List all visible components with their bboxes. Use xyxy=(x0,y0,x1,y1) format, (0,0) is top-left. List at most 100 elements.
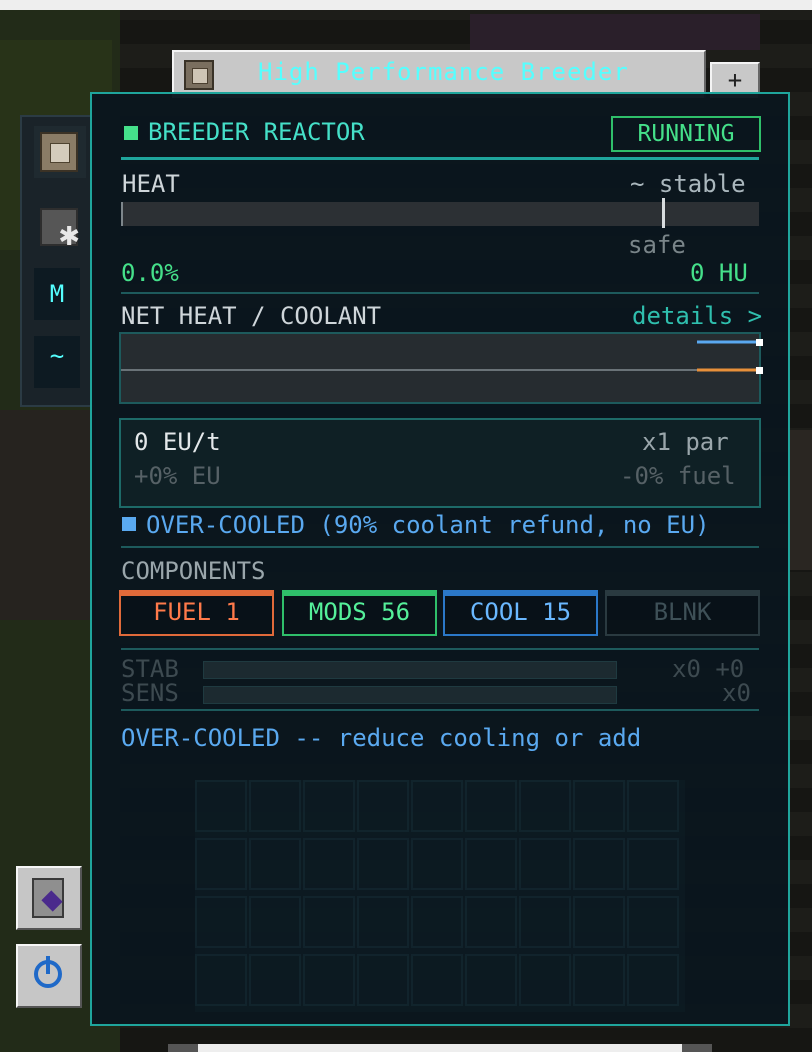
inventory-slot xyxy=(411,838,463,890)
wave-icon: ~ xyxy=(49,342,65,370)
inventory-slot xyxy=(357,954,409,1006)
reactor-block-icon xyxy=(40,132,78,172)
inventory-slot xyxy=(627,954,679,1006)
overcooled-status: OVER-COOLED (90% coolant refund, no EU) xyxy=(146,511,710,539)
inventory-slot xyxy=(195,896,247,948)
status-indicator-icon xyxy=(124,126,138,140)
fuel-button-label: FUEL 1 xyxy=(153,598,240,626)
blank-button-accent xyxy=(607,592,758,596)
blank-button-label: BLNK xyxy=(653,598,712,626)
tab-config[interactable] xyxy=(34,200,86,252)
heat-divider xyxy=(121,292,759,294)
inventory-slot xyxy=(411,954,463,1006)
power-icon xyxy=(32,956,68,994)
inventory-slot xyxy=(303,780,355,832)
net-heat-label: NET HEAT / COOLANT xyxy=(121,302,382,330)
inventory-slot xyxy=(249,780,301,832)
inventory-slot xyxy=(249,896,301,948)
sens-meter xyxy=(203,686,617,704)
inventory-slot xyxy=(465,954,517,1006)
inventory-slot xyxy=(195,780,247,832)
inventory-slot xyxy=(411,896,463,948)
inventory-slot xyxy=(357,780,409,832)
machine-block-right xyxy=(790,430,812,570)
hotbar-edge-light xyxy=(198,1044,682,1052)
meters-divider xyxy=(121,709,759,711)
inventory-slot xyxy=(573,896,625,948)
inventory-slot xyxy=(573,954,625,1006)
inventory-slot xyxy=(519,780,571,832)
tab-wave[interactable]: ~ xyxy=(34,336,80,388)
details-link[interactable]: details > xyxy=(632,302,762,330)
cool-button-accent xyxy=(445,592,596,596)
inventory-slot xyxy=(573,780,625,832)
reactor-block-icon xyxy=(184,60,214,90)
inventory-slot xyxy=(195,838,247,890)
inventory-slot xyxy=(519,896,571,948)
inventory-grid xyxy=(195,780,685,1012)
trash-icon xyxy=(32,878,64,918)
inventory-slot xyxy=(303,896,355,948)
sens-label: SENS xyxy=(121,679,179,707)
eu-bonus: +0% EU xyxy=(134,462,221,490)
inventory-slot xyxy=(627,838,679,890)
panel-title: BREEDER REACTOR xyxy=(148,118,365,146)
safe-label: safe xyxy=(628,231,686,259)
fuel-button-accent xyxy=(121,592,272,596)
inventory-slot xyxy=(465,838,517,890)
gear-block-icon xyxy=(40,208,80,252)
power-button[interactable] xyxy=(16,944,82,1008)
inventory-slot xyxy=(357,896,409,948)
trash-button[interactable] xyxy=(16,866,82,930)
inventory-slot xyxy=(627,896,679,948)
tab-reactor[interactable] xyxy=(34,126,86,178)
status-divider xyxy=(121,546,759,548)
status-badge: RUNNING xyxy=(611,116,761,152)
heat-bar-fill xyxy=(121,202,123,226)
heat-line-end xyxy=(756,339,763,346)
inventory-slot xyxy=(249,954,301,1006)
inventory-slot xyxy=(411,780,463,832)
fuel-button[interactable]: FUEL 1 xyxy=(119,590,274,636)
inventory-slot xyxy=(519,838,571,890)
stab-meter xyxy=(203,661,617,679)
inventory-slot xyxy=(627,780,679,832)
net-heat-chart xyxy=(119,332,763,404)
machine-block-background xyxy=(0,410,96,620)
inventory-slot xyxy=(303,838,355,890)
inventory-slot xyxy=(465,896,517,948)
inventory-slot xyxy=(357,838,409,890)
world-block-background xyxy=(470,14,760,50)
inventory-slot xyxy=(519,954,571,1006)
components-divider xyxy=(121,648,759,650)
heat-safe-marker xyxy=(662,198,665,228)
header-divider xyxy=(121,157,759,160)
mods-button-accent xyxy=(284,592,435,596)
eu-output: 0 EU/t xyxy=(134,428,221,456)
stab-value: x0 +0 xyxy=(672,655,745,683)
inventory-slot xyxy=(303,954,355,1006)
top-edge xyxy=(0,0,812,10)
coolant-line-end xyxy=(756,367,763,374)
heat-value: 0 HU xyxy=(690,259,748,287)
fuel-modifier: -0% fuel xyxy=(620,462,736,490)
cool-button[interactable]: COOL 15 xyxy=(443,590,598,636)
heat-label: HEAT xyxy=(122,170,180,198)
inventory-slot xyxy=(195,954,247,1006)
stab-label: STAB xyxy=(121,655,179,683)
status-message: OVER-COOLED -- reduce cooling or add xyxy=(121,724,642,752)
inventory-slot xyxy=(249,838,301,890)
mods-button-label: MODS 56 xyxy=(308,598,411,626)
sens-value: x0 xyxy=(722,679,751,707)
heat-percent: 0.0% xyxy=(121,259,179,287)
parallel-count: x1 par xyxy=(642,428,729,456)
inventory-slot xyxy=(573,838,625,890)
tab-m[interactable]: M xyxy=(34,268,80,320)
window-title: High Performance Breeder xyxy=(258,58,629,86)
inventory-slot xyxy=(465,780,517,832)
blank-button[interactable]: BLNK xyxy=(605,590,760,636)
heat-trend: ~ stable xyxy=(630,170,746,198)
window-title-tab[interactable]: High Performance Breeder xyxy=(172,50,706,98)
overcooled-indicator-icon xyxy=(122,517,136,531)
mods-button[interactable]: MODS 56 xyxy=(282,590,437,636)
